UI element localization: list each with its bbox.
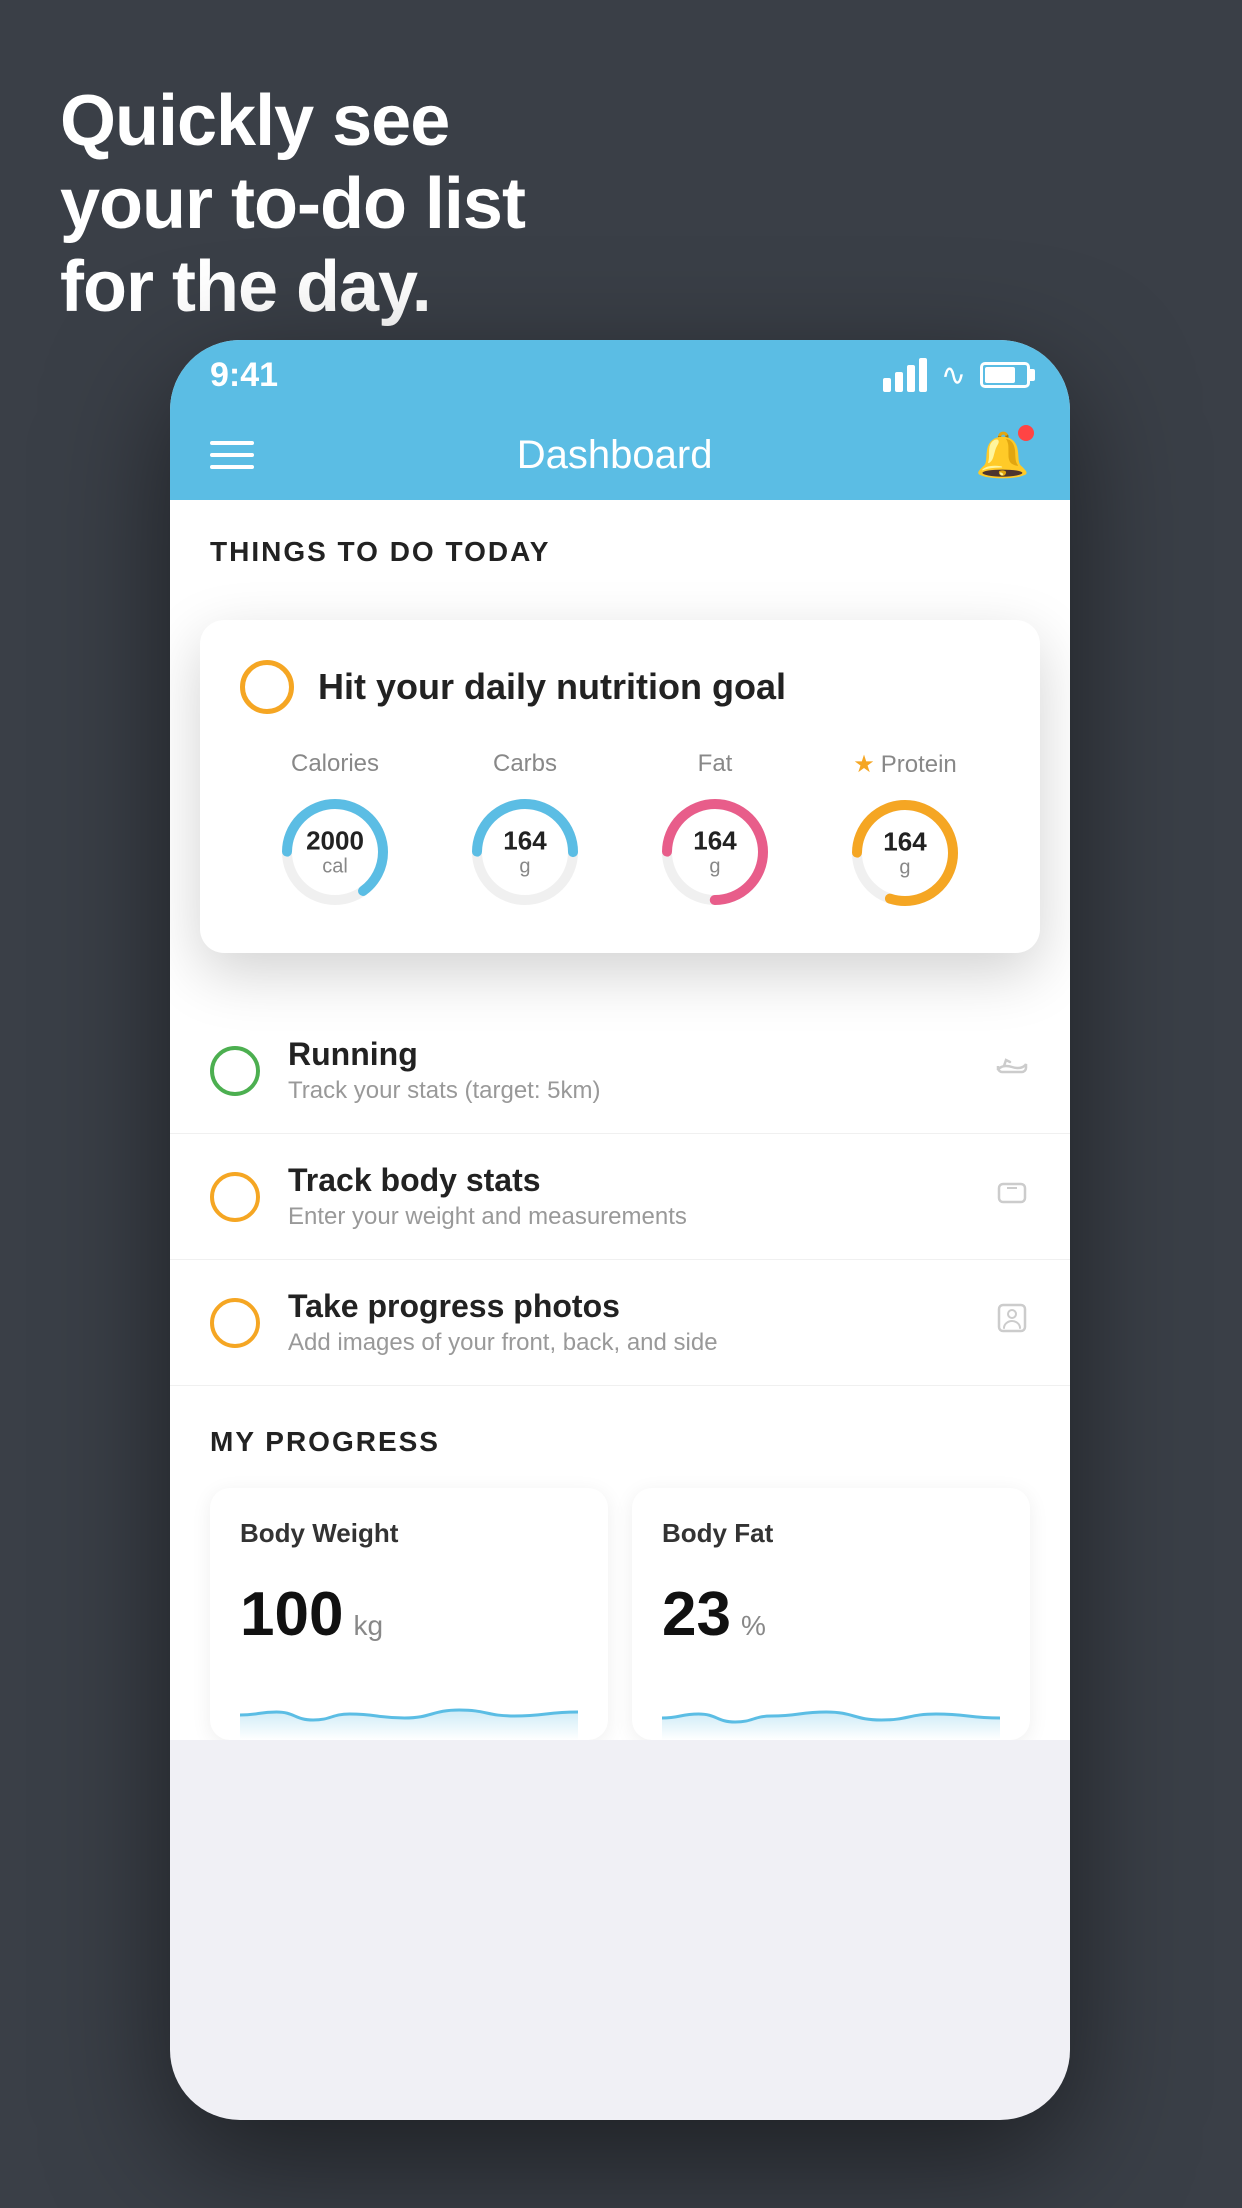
nav-title: Dashboard — [517, 433, 713, 478]
donut-unit: g — [693, 855, 736, 877]
donut-carbs: 164g — [465, 792, 585, 912]
mini-chart — [662, 1670, 1000, 1740]
hero-line1: Quickly see — [60, 80, 525, 163]
hero-line2: your to-do list — [60, 163, 525, 246]
todo-circle-take-progress-photos — [210, 1298, 260, 1348]
wifi-icon: ∿ — [941, 358, 966, 393]
donut-calories: 2000cal — [275, 792, 395, 912]
progress-card-title: Body Weight — [240, 1518, 578, 1549]
progress-card-body-weight[interactable]: Body Weight 100 kg — [210, 1488, 608, 1740]
card-title: Hit your daily nutrition goal — [318, 666, 786, 708]
nutrition-item-fat: Fat 164g — [655, 750, 775, 912]
progress-value: 100 — [240, 1579, 343, 1650]
progress-title: MY PROGRESS — [210, 1426, 1030, 1458]
progress-card-title: Body Fat — [662, 1518, 1000, 1549]
todo-subtitle: Track your stats (target: 5km) — [288, 1077, 966, 1105]
todo-list: Running Track your stats (target: 5km) Tra… — [170, 1008, 1070, 1386]
donut-value: 164 — [503, 827, 546, 856]
donut-value: 164 — [693, 827, 736, 856]
phone-frame: 9:41 ∿ Dashboard 🔔 THINGS TO DO TODAY — [170, 340, 1070, 2120]
person-icon — [994, 1300, 1030, 1345]
donut-unit: g — [883, 856, 926, 878]
nutrition-label-protein: Protein — [881, 751, 957, 779]
nav-bar: Dashboard 🔔 — [170, 410, 1070, 500]
progress-card-body-fat[interactable]: Body Fat 23% — [632, 1488, 1030, 1740]
notification-bell[interactable]: 🔔 — [975, 429, 1030, 481]
notification-dot — [1018, 425, 1034, 441]
mini-chart — [240, 1670, 578, 1740]
shoe-icon — [994, 1048, 1030, 1093]
donut-value: 164 — [883, 828, 926, 857]
donut-protein: 164g — [845, 793, 965, 913]
todo-text: Running Track your stats (target: 5km) — [288, 1036, 966, 1105]
donut-fat: 164g — [655, 792, 775, 912]
todo-title: Take progress photos — [288, 1288, 966, 1325]
donut-unit: g — [503, 855, 546, 877]
todo-item[interactable]: Track body stats Enter your weight and me… — [170, 1134, 1070, 1260]
todo-circle-track-body-stats — [210, 1172, 260, 1222]
star-icon: ★ — [853, 750, 875, 779]
todo-title: Running — [288, 1036, 966, 1073]
status-time: 9:41 — [210, 356, 278, 395]
section-header: THINGS TO DO TODAY — [170, 500, 1070, 588]
signal-icon — [883, 358, 927, 392]
hero-text: Quickly see your to-do list for the day. — [60, 80, 525, 328]
todo-text: Take progress photos Add images of your f… — [288, 1288, 966, 1357]
nutrition-label-carbs: Carbs — [493, 750, 557, 778]
hamburger-menu[interactable] — [210, 441, 254, 469]
nutrition-label-calories: Calories — [291, 750, 379, 778]
progress-cards: Body Weight 100 kg Body Fat 23% — [210, 1488, 1030, 1740]
scale-icon — [994, 1174, 1030, 1219]
progress-unit: kg — [353, 1610, 383, 1642]
status-icons: ∿ — [883, 358, 1030, 393]
status-bar: 9:41 ∿ — [170, 340, 1070, 410]
nutrition-item-calories: Calories 2000cal — [275, 750, 395, 912]
progress-unit: % — [741, 1610, 766, 1642]
nutrition-label-fat: Fat — [698, 750, 733, 778]
progress-section: MY PROGRESS Body Weight 100 kg Body Fat 23% — [170, 1426, 1070, 1740]
card-title-row: Hit your daily nutrition goal — [240, 660, 1000, 714]
hero-line3: for the day. — [60, 246, 525, 329]
nutrition-grid: Calories2000calCarbs164gFat164g★Protein1… — [240, 750, 1000, 913]
donut-value: 2000 — [306, 827, 364, 856]
todo-title: Track body stats — [288, 1162, 966, 1199]
todo-subtitle: Add images of your front, back, and side — [288, 1329, 966, 1357]
main-content: THINGS TO DO TODAY Hit your daily nutrit… — [170, 500, 1070, 1740]
todo-subtitle: Enter your weight and measurements — [288, 1203, 966, 1231]
battery-icon — [980, 362, 1030, 388]
todo-item[interactable]: Running Track your stats (target: 5km) — [170, 1008, 1070, 1134]
nutrition-item-carbs: Carbs 164g — [465, 750, 585, 912]
nutrition-item-protein: ★Protein 164g — [845, 750, 965, 913]
progress-value: 23 — [662, 1579, 731, 1650]
todo-circle-nutrition — [240, 660, 294, 714]
todo-circle-running — [210, 1046, 260, 1096]
todo-item[interactable]: Take progress photos Add images of your f… — [170, 1260, 1070, 1386]
todo-text: Track body stats Enter your weight and me… — [288, 1162, 966, 1231]
donut-unit: cal — [306, 855, 364, 877]
nutrition-card[interactable]: Hit your daily nutrition goal Calories 20… — [200, 620, 1040, 953]
